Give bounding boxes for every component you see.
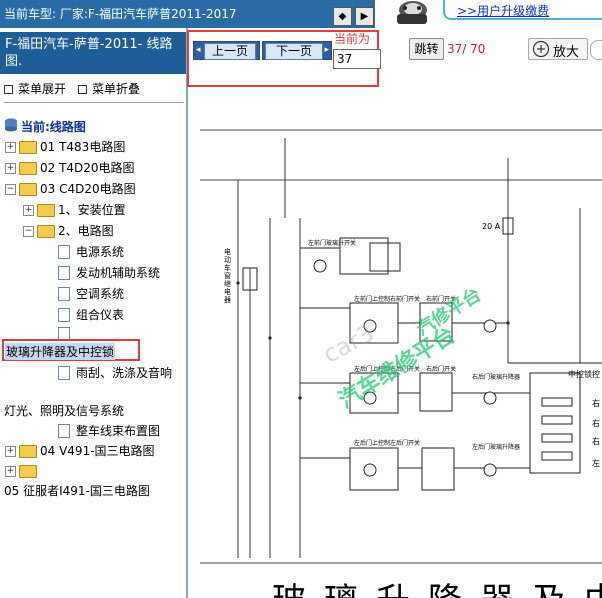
folder-open-icon	[37, 225, 55, 238]
tree-item-05[interactable]: 05 征服者I491-国三电路图	[4, 482, 150, 499]
tree-item-03-2[interactable]: 2、电路图	[58, 222, 114, 239]
jump-button[interactable]: 跳转	[409, 38, 444, 60]
expand-plus-icon[interactable]: +	[5, 163, 16, 174]
current-model-title: 当前车型: 厂家:F-福田汽车萨普2011-2017	[4, 7, 237, 21]
current-page-input[interactable]	[333, 49, 381, 69]
expand-plus-icon[interactable]: +	[5, 142, 16, 153]
folder-icon	[37, 204, 55, 217]
lock-control-label: 中控锁控	[568, 370, 600, 379]
next-page-button[interactable]: 下一页 ▸	[262, 41, 332, 60]
tree-item-03-1[interactable]: 1、安装位置	[58, 201, 126, 218]
upgrade-box: >>用户升级缴费	[443, 0, 602, 20]
next-icon-button[interactable]: ▶	[355, 7, 374, 26]
tree-leaf-power[interactable]: 电源系统	[76, 243, 124, 260]
switch-label-6: 右后门玻璃升降器	[472, 374, 521, 381]
more-tools-button[interactable]	[590, 40, 602, 60]
switch-label-1: 左前门玻璃升开关	[308, 240, 357, 247]
zoom-label: 放大	[553, 45, 580, 60]
left-arrow-icon: ◂	[196, 45, 201, 55]
document-icon	[58, 245, 70, 259]
expand-all-label: 菜单展开	[18, 82, 67, 96]
wiring-diagram-canvas[interactable]: 20 A 中控锁控 左前门玻璃升开关 左前门上控制右前门开关 右前门开关 左后门…	[190, 98, 602, 598]
relay-vertical-label: 电动车窗继电器	[224, 248, 231, 304]
top-bar: 当前车型: 厂家:F-福田汽车萨普2011-2017 ◆ ▶ >>用户升级缴费	[0, 0, 602, 28]
page-count: 37/ 70	[447, 42, 486, 56]
zoom-icon	[532, 40, 550, 62]
expand-icon	[4, 85, 13, 94]
sidebar: F-福田汽车-萨普-2011- 线路图. 菜单展开 菜单折叠 当前:线路图 + …	[0, 28, 188, 598]
folder-icon	[19, 445, 37, 458]
next-page-label: 下一页	[265, 43, 323, 60]
current-page-label: 当前为	[334, 32, 371, 46]
folder-icon	[19, 465, 37, 478]
tree-item-01[interactable]: 01 T483电路图	[40, 138, 125, 155]
right-label-2: 右	[592, 419, 600, 428]
collapse-all-label: 菜单折叠	[92, 82, 141, 96]
diagram-big-title: 玻璃升降器及中控锁	[272, 573, 602, 598]
switch-label-2: 左前门上控制右前门开关	[354, 296, 421, 303]
prev-page-button[interactable]: ◂ 上一页	[193, 41, 260, 60]
tree-leaf-lighting[interactable]: 灯光、照明及信号系统	[4, 402, 124, 419]
document-icon	[58, 287, 70, 301]
tree-leaf-window-lock[interactable]: 玻璃升降器及中控锁	[5, 343, 116, 360]
collapse-icon	[78, 85, 87, 94]
expand-plus-icon[interactable]: +	[5, 446, 16, 457]
database-icon	[4, 118, 18, 132]
expand-all-button[interactable]: 菜单展开	[4, 80, 66, 97]
current-label: 当前:线路图	[21, 120, 86, 134]
tree-item-02[interactable]: 02 T4D20电路图	[40, 159, 135, 176]
tree-leaf-wiper[interactable]: 雨刮、洗涤及音响	[76, 364, 172, 381]
expand-plus-icon[interactable]: +	[5, 466, 16, 477]
collapse-minus-icon[interactable]: −	[5, 184, 16, 195]
collapse-minus-icon[interactable]: −	[23, 226, 34, 237]
switch-label-5: 右后门开关	[426, 366, 457, 373]
divider	[4, 102, 184, 103]
expand-plus-icon[interactable]: +	[23, 205, 34, 216]
folder-icon	[19, 162, 37, 175]
folder-open-icon	[19, 183, 37, 196]
zoom-in-button[interactable]: 放大	[528, 38, 588, 60]
document-icon	[58, 308, 70, 322]
prev-icon-button[interactable]: ◆	[333, 7, 352, 26]
tree-leaf-ac[interactable]: 空调系统	[76, 285, 124, 302]
tree-item-03[interactable]: 03 C4D20电路图	[40, 180, 136, 197]
tree-leaf-engine-aux[interactable]: 发动机辅助系统	[76, 264, 160, 281]
right-label-4: 左	[592, 459, 600, 468]
right-label-1: 右	[592, 399, 600, 408]
tree-leaf-harness[interactable]: 整车线束布置图	[76, 422, 160, 439]
right-arrow-icon: ▸	[324, 45, 329, 55]
prev-page-label: 上一页	[204, 43, 256, 60]
document-icon	[58, 424, 70, 438]
tree-leaf-instrument[interactable]: 组合仪表	[76, 306, 124, 323]
tree-item-04[interactable]: 04 V491-国三电路图	[40, 442, 155, 459]
mascot-icon	[375, 0, 443, 28]
upgrade-area: >>用户升级缴费	[375, 0, 602, 28]
folder-icon	[19, 141, 37, 154]
document-icon	[58, 266, 70, 280]
right-label-3: 右	[592, 437, 600, 446]
car-title: F-福田汽车-萨普-2011- 线路图.	[0, 32, 186, 74]
document-icon	[58, 366, 70, 380]
fuse-label: 20 A	[482, 222, 501, 231]
switch-label-8: 左后门玻璃升降器	[472, 444, 521, 451]
collapse-all-button[interactable]: 菜单折叠	[78, 80, 140, 97]
switch-label-7: 左后门上控制左后门开关	[354, 440, 421, 447]
upgrade-link[interactable]: >>用户升级缴费	[457, 2, 549, 19]
